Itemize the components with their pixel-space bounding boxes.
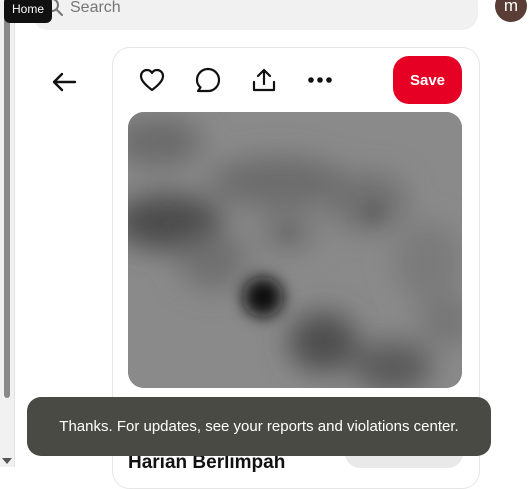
home-tooltip: Home xyxy=(4,0,52,23)
more-options-button[interactable] xyxy=(304,64,336,96)
blurred-image-content xyxy=(128,112,462,388)
share-button[interactable] xyxy=(248,64,280,96)
toast-message: Thanks. For updates, see your reports an… xyxy=(27,397,491,456)
comment-icon xyxy=(195,67,221,93)
page-scrollbar[interactable] xyxy=(0,0,15,467)
pin-image[interactable] xyxy=(128,112,462,388)
comment-button[interactable] xyxy=(192,64,224,96)
save-button[interactable]: Save xyxy=(393,56,462,104)
search-placeholder: Search xyxy=(70,0,121,16)
heart-icon xyxy=(139,68,165,92)
avatar[interactable]: m xyxy=(495,0,527,22)
more-icon xyxy=(308,77,332,83)
scrollbar-thumb[interactable] xyxy=(4,0,10,398)
back-arrow-icon xyxy=(52,72,77,92)
scroll-down-arrow-icon[interactable] xyxy=(2,458,12,464)
like-button[interactable] xyxy=(136,64,168,96)
back-button[interactable] xyxy=(44,62,84,102)
share-icon xyxy=(252,68,276,92)
